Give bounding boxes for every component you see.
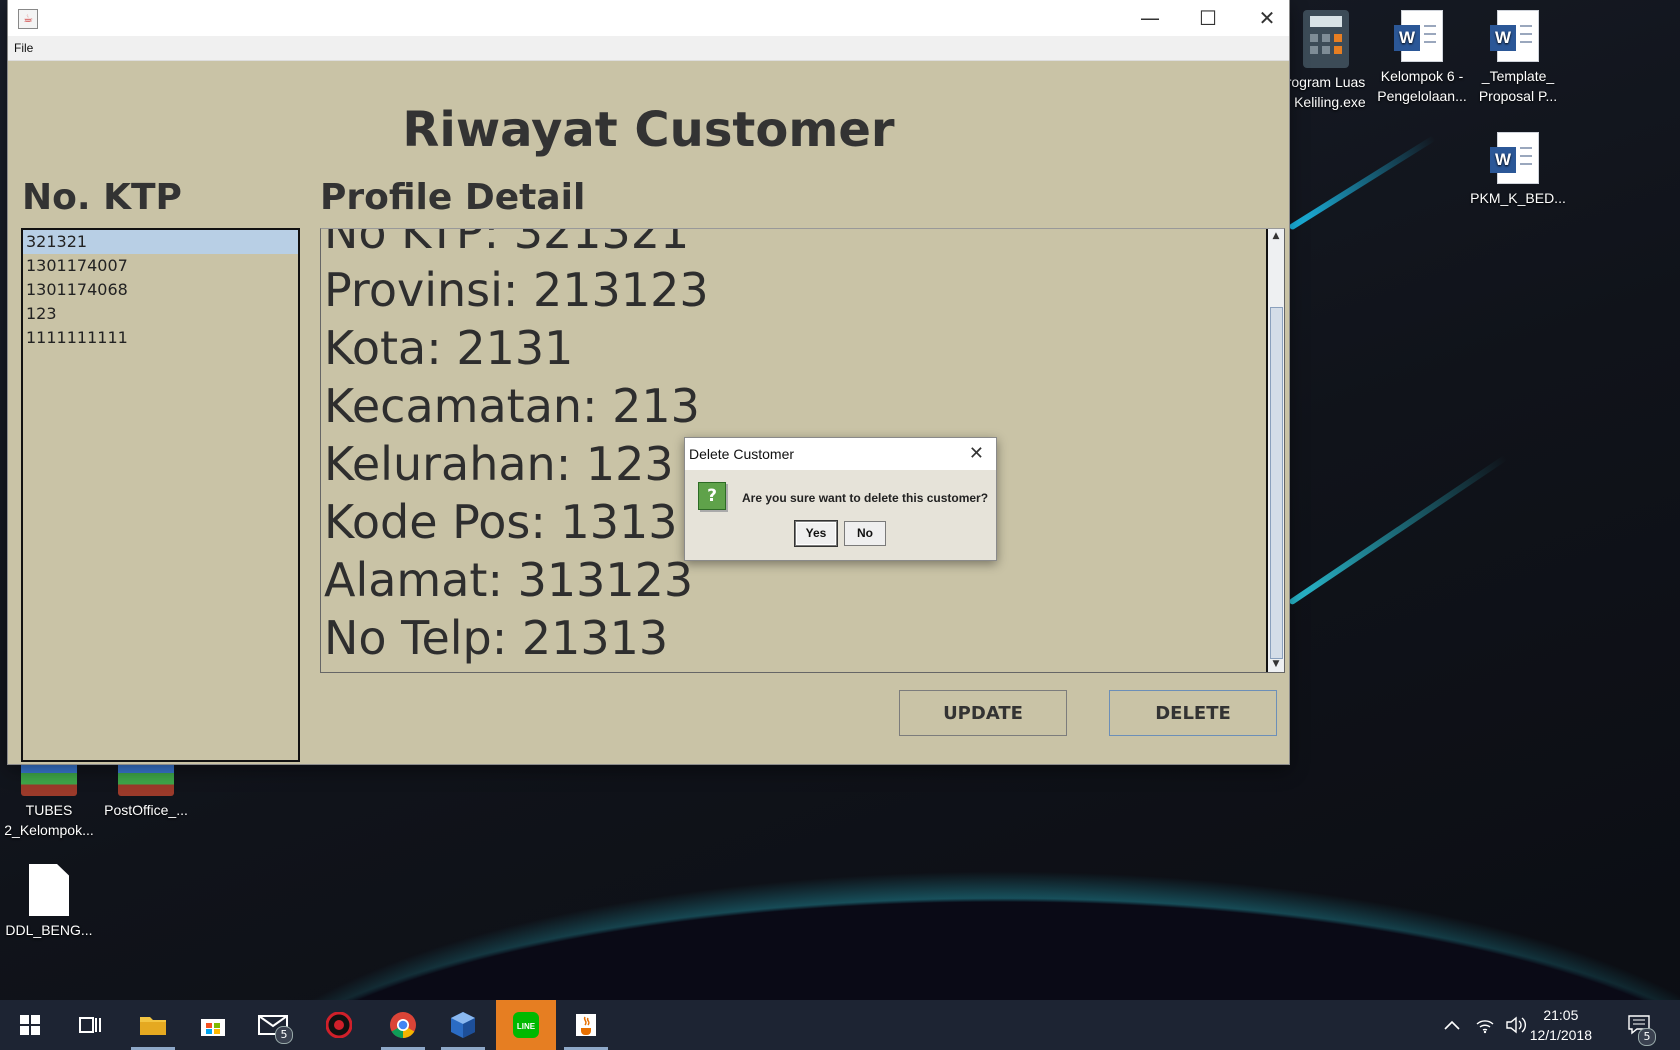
detail-line: Kota: 2131 bbox=[324, 321, 574, 375]
java-app-icon: ☕ bbox=[18, 9, 38, 29]
desktop-icon-label: . Keliling.exe bbox=[1286, 94, 1366, 110]
desktop-icon-label: rogram Luas bbox=[1286, 74, 1366, 90]
detail-line: Kecamatan: 213 bbox=[324, 379, 700, 433]
desktop-icon-label: _Template_ bbox=[1481, 68, 1555, 84]
app-window: ☕ — ☐ ✕ File Riwayat Customer No. KTP Pr… bbox=[8, 0, 1289, 764]
window-titlebar[interactable]: ☕ — ☐ ✕ bbox=[8, 0, 1289, 36]
dialog-close-icon[interactable]: ✕ bbox=[969, 443, 984, 464]
no-button[interactable]: No bbox=[844, 521, 886, 546]
delete-button[interactable]: DELETE bbox=[1109, 690, 1277, 736]
menubar: File bbox=[8, 36, 1289, 61]
list-item[interactable]: 1301174007 bbox=[23, 254, 298, 278]
close-button[interactable]: ✕ bbox=[1238, 0, 1296, 36]
calculator-icon bbox=[1303, 10, 1349, 68]
clock-date: 12/1/2018 bbox=[1529, 1027, 1592, 1043]
taskbar-java[interactable] bbox=[556, 1000, 616, 1050]
store-icon bbox=[201, 1019, 225, 1036]
wallpaper-streak bbox=[1288, 455, 1508, 606]
cube-icon bbox=[451, 1012, 475, 1038]
mail-badge: 5 bbox=[275, 1026, 293, 1044]
scroll-up-icon[interactable]: ▲ bbox=[1268, 229, 1284, 244]
list-item[interactable]: 1301174068 bbox=[23, 278, 298, 302]
red-circle-app-icon bbox=[326, 1012, 352, 1038]
detail-line: No KTP: 321321 bbox=[324, 228, 690, 259]
list-item[interactable]: 123 bbox=[23, 302, 298, 326]
desktop-icon-label: Kelompok 6 - bbox=[1380, 68, 1464, 84]
volume-icon[interactable] bbox=[1505, 1000, 1527, 1050]
minimize-button[interactable]: — bbox=[1121, 0, 1179, 36]
wallpaper-streak bbox=[1288, 135, 1436, 231]
list-item[interactable]: 1111111111 bbox=[23, 326, 298, 350]
start-button[interactable] bbox=[0, 1000, 60, 1050]
list-item[interactable]: 321321 bbox=[23, 230, 298, 254]
yes-button[interactable]: Yes bbox=[795, 521, 837, 546]
task-view-icon bbox=[79, 1017, 101, 1033]
notification-badge: 5 bbox=[1638, 1028, 1656, 1046]
profile-detail-heading: Profile Detail bbox=[320, 177, 586, 218]
desktop-icon-template-proposal[interactable]: W _Template_ Proposal P... bbox=[1468, 10, 1568, 106]
desktop-icon-kelompok-6[interactable]: W Kelompok 6 - Pengelolaan... bbox=[1372, 10, 1472, 106]
dialog-titlebar[interactable]: Delete Customer ✕ bbox=[685, 438, 996, 470]
windows-icon bbox=[20, 1015, 40, 1035]
ktp-heading: No. KTP bbox=[22, 177, 182, 218]
dialog-title: Delete Customer bbox=[689, 446, 795, 462]
folder-icon bbox=[140, 1017, 166, 1035]
desktop-icon-label: DDL_BENG... bbox=[5, 922, 93, 938]
line-icon: LINE bbox=[513, 1012, 539, 1038]
taskbar-app-red[interactable] bbox=[309, 1000, 369, 1050]
tray-chevron-icon[interactable] bbox=[1444, 1000, 1460, 1050]
dialog-message: Are you sure want to delete this custome… bbox=[742, 491, 989, 505]
taskbar-line[interactable]: LINE bbox=[496, 1000, 556, 1050]
svg-text:LINE: LINE bbox=[517, 1022, 536, 1031]
task-view-button[interactable] bbox=[60, 1000, 120, 1050]
desktop-icon-label: TUBES bbox=[25, 802, 73, 818]
desktop-icon-label: 2_Kelompok... bbox=[4, 822, 94, 838]
scroll-down-icon[interactable]: ▼ bbox=[1268, 657, 1284, 672]
word-document-icon: W bbox=[1394, 10, 1443, 62]
clock[interactable]: 21:05 12/1/2018 bbox=[1530, 1005, 1592, 1045]
desktop-icon-label: PKM_K_BED... bbox=[1470, 190, 1566, 206]
maximize-button[interactable]: ☐ bbox=[1179, 0, 1237, 36]
desktop-icon-label: PostOffice_... bbox=[104, 802, 188, 818]
update-button[interactable]: UPDATE bbox=[899, 690, 1067, 736]
detail-line: Provinsi: 213123 bbox=[324, 263, 709, 317]
chrome-icon bbox=[390, 1012, 416, 1039]
delete-confirm-dialog: Delete Customer ✕ ? Are you sure want to… bbox=[684, 437, 997, 561]
java-icon bbox=[576, 1014, 596, 1036]
clock-time: 21:05 bbox=[1543, 1007, 1579, 1023]
wifi-icon[interactable] bbox=[1475, 1000, 1495, 1050]
file-icon bbox=[29, 864, 69, 916]
word-document-icon: W bbox=[1490, 10, 1539, 62]
ktp-list[interactable]: 321321 1301174007 1301174068 123 1111111… bbox=[21, 228, 300, 762]
word-document-icon: W bbox=[1490, 132, 1539, 184]
taskbar-chrome[interactable] bbox=[373, 1000, 433, 1050]
taskbar: 5 LINE 21:05 12/1/2018 5 bbox=[0, 1000, 1680, 1050]
desktop-icon-label: Proposal P... bbox=[1478, 88, 1558, 104]
taskbar-store[interactable] bbox=[183, 1000, 243, 1050]
archive-icon bbox=[21, 762, 77, 796]
menu-file[interactable]: File bbox=[14, 41, 33, 55]
vertical-scrollbar[interactable]: ▲ ▼ bbox=[1266, 229, 1284, 672]
detail-line: No Telp: 21313 bbox=[324, 611, 669, 665]
question-icon: ? bbox=[698, 482, 726, 510]
taskbar-mail[interactable]: 5 bbox=[243, 1000, 303, 1050]
scrollbar-thumb[interactable] bbox=[1270, 307, 1283, 659]
desktop-icon-ddl[interactable]: DDL_BENG... bbox=[0, 864, 99, 940]
archive-icon bbox=[118, 762, 174, 796]
taskbar-virtualbox[interactable] bbox=[433, 1000, 493, 1050]
desktop-icon-pkm[interactable]: W PKM_K_BED... bbox=[1468, 132, 1568, 208]
page-title: Riwayat Customer bbox=[402, 102, 895, 158]
desktop-icon-label: Pengelolaan... bbox=[1377, 88, 1467, 104]
taskbar-file-explorer[interactable] bbox=[123, 1000, 183, 1050]
